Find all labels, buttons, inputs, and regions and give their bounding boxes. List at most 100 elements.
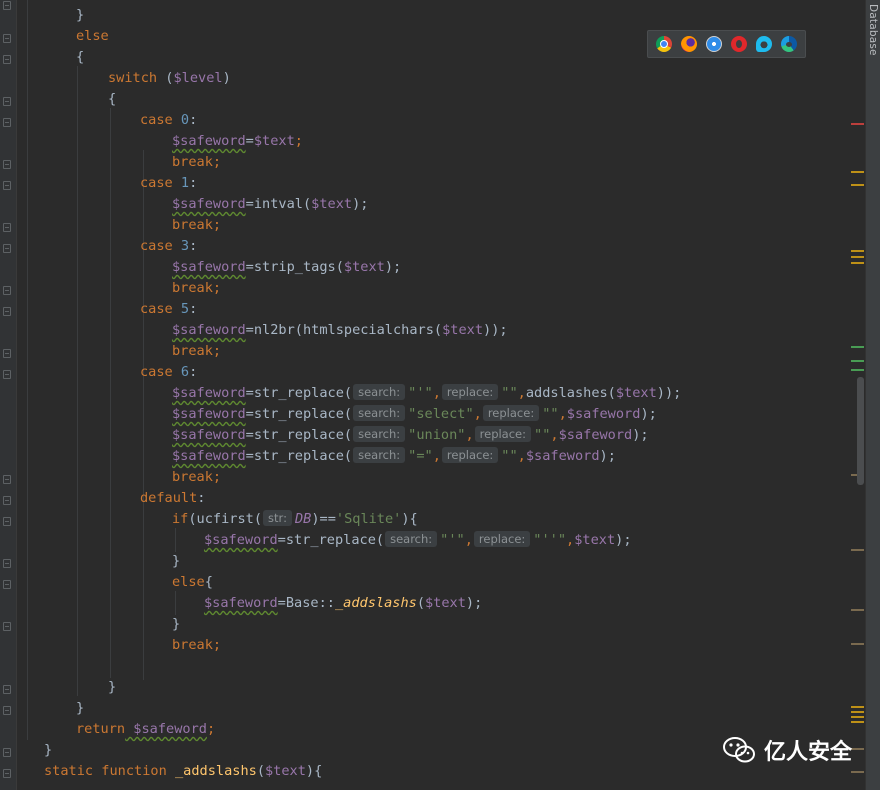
code-line[interactable]: if(ucfirst(str: DB)=='Sqlite'){ (172, 509, 418, 530)
param-hint-replace: replace: (474, 426, 532, 442)
code-line[interactable]: } (172, 551, 180, 572)
ie-icon[interactable] (755, 36, 772, 52)
variable: $safeword (125, 721, 207, 737)
punct: ); (632, 427, 649, 443)
code-line[interactable]: $safeword=str_replace(search: "'", replace… (172, 383, 681, 404)
code-line[interactable]: $safeword=str_replace(search: "=", replace… (172, 446, 616, 467)
warning-marker[interactable] (851, 184, 864, 186)
warning-marker[interactable] (851, 171, 864, 173)
fold-marker[interactable] (3, 622, 11, 631)
variable: $safeword (172, 133, 246, 149)
function-name: _addslashs (166, 763, 257, 779)
brace: { (204, 574, 213, 590)
fold-marker[interactable] (3, 97, 11, 106)
change-marker[interactable] (851, 369, 864, 371)
code-line[interactable]: return $safeword; (76, 719, 215, 740)
code-line[interactable]: case 6: (140, 362, 197, 383)
fold-marker[interactable] (3, 769, 11, 778)
code-line[interactable]: $safeword=$text; (172, 131, 303, 152)
code-line[interactable]: $safeword=intval($text); (172, 194, 368, 215)
warning-marker[interactable] (851, 262, 864, 264)
code-line[interactable]: } (44, 740, 52, 761)
warning-marker[interactable] (851, 706, 864, 708)
fold-marker[interactable] (3, 307, 11, 316)
fold-marker[interactable] (3, 580, 11, 589)
chrome-icon[interactable] (656, 36, 673, 52)
code-line[interactable]: break; (172, 152, 221, 173)
warning-marker[interactable] (851, 716, 864, 718)
code-line[interactable]: else{ (172, 572, 213, 593)
code-line[interactable]: $safeword=nl2br(htmlspecialchars($text))… (172, 320, 508, 341)
code-line[interactable]: case 5: (140, 299, 197, 320)
fold-marker[interactable] (3, 160, 11, 169)
code-line[interactable]: case 1: (140, 173, 197, 194)
fold-marker[interactable] (3, 706, 11, 715)
code-line[interactable]: break; (172, 278, 221, 299)
change-marker[interactable] (851, 346, 864, 348)
code-line[interactable]: $safeword=str_replace(search: "select", re… (172, 404, 657, 425)
code-line[interactable]: break; (172, 467, 221, 488)
fold-marker[interactable] (3, 118, 11, 127)
number: 6 (172, 364, 190, 380)
code-line[interactable]: default: (140, 488, 205, 509)
opera-icon[interactable] (730, 36, 747, 52)
fold-marker[interactable] (3, 370, 11, 379)
code-line[interactable]: break; (172, 635, 221, 656)
warning-marker[interactable] (851, 250, 864, 252)
fold-marker[interactable] (3, 286, 11, 295)
code-line[interactable]: break; (172, 215, 221, 236)
code-line[interactable]: $safeword=Base::_addslashs($text); (204, 593, 482, 614)
code-line[interactable]: } (76, 698, 84, 719)
code-line[interactable]: $safeword=str_replace(search: "'", replace… (204, 530, 632, 551)
fold-marker[interactable] (3, 223, 11, 232)
error-marker[interactable] (851, 123, 864, 125)
code-line[interactable]: { (76, 47, 84, 68)
warning-marker[interactable] (851, 748, 864, 750)
code-line[interactable]: break; (172, 341, 221, 362)
keyword: break (172, 154, 213, 170)
fold-marker[interactable] (3, 181, 11, 190)
fold-marker[interactable] (3, 55, 11, 64)
warning-marker[interactable] (851, 643, 864, 645)
keyword: case (140, 301, 173, 317)
database-side-tab[interactable] (865, 0, 880, 790)
edge-icon[interactable] (780, 36, 797, 52)
code-line[interactable]: case 3: (140, 236, 197, 257)
punct: ){ (401, 511, 418, 527)
code-editor[interactable]: } else { switch ($level) { case 0: $safe… (17, 0, 853, 790)
code-line[interactable]: } (76, 5, 84, 26)
punct: : (189, 364, 198, 380)
fold-marker[interactable] (3, 34, 11, 43)
punct: : (189, 112, 198, 128)
change-marker[interactable] (851, 360, 864, 362)
code-line[interactable]: } (108, 677, 116, 698)
code-line[interactable]: $safeword=str_replace(search: "union", rep… (172, 425, 649, 446)
fold-marker[interactable] (3, 244, 11, 253)
fold-marker[interactable] (3, 748, 11, 757)
warning-marker[interactable] (851, 609, 864, 611)
safari-icon[interactable] (706, 36, 723, 52)
code-line[interactable]: static function _addslashs($text){ (44, 761, 322, 782)
side-tab-label[interactable]: Database (867, 4, 879, 56)
fold-marker[interactable] (3, 559, 11, 568)
fold-marker[interactable] (3, 517, 11, 526)
warning-marker[interactable] (851, 771, 864, 773)
firefox-icon[interactable] (681, 36, 698, 52)
fold-marker[interactable] (3, 475, 11, 484)
fold-marker[interactable] (3, 496, 11, 505)
punct: : (189, 175, 198, 191)
fold-marker[interactable] (3, 349, 11, 358)
warning-marker[interactable] (851, 721, 864, 723)
code-line[interactable]: switch ($level) (108, 68, 231, 89)
warning-marker[interactable] (851, 256, 864, 258)
vertical-scrollbar-thumb[interactable] (857, 377, 864, 485)
code-line[interactable]: { (108, 89, 116, 110)
code-line[interactable]: case 0: (140, 110, 197, 131)
code-line[interactable]: $safeword=strip_tags($text); (172, 257, 401, 278)
warning-marker[interactable] (851, 549, 864, 551)
fold-marker[interactable] (3, 1, 11, 10)
code-line[interactable]: } (172, 614, 180, 635)
code-line[interactable]: else (76, 26, 109, 47)
warning-marker[interactable] (851, 711, 864, 713)
fold-marker[interactable] (3, 685, 11, 694)
